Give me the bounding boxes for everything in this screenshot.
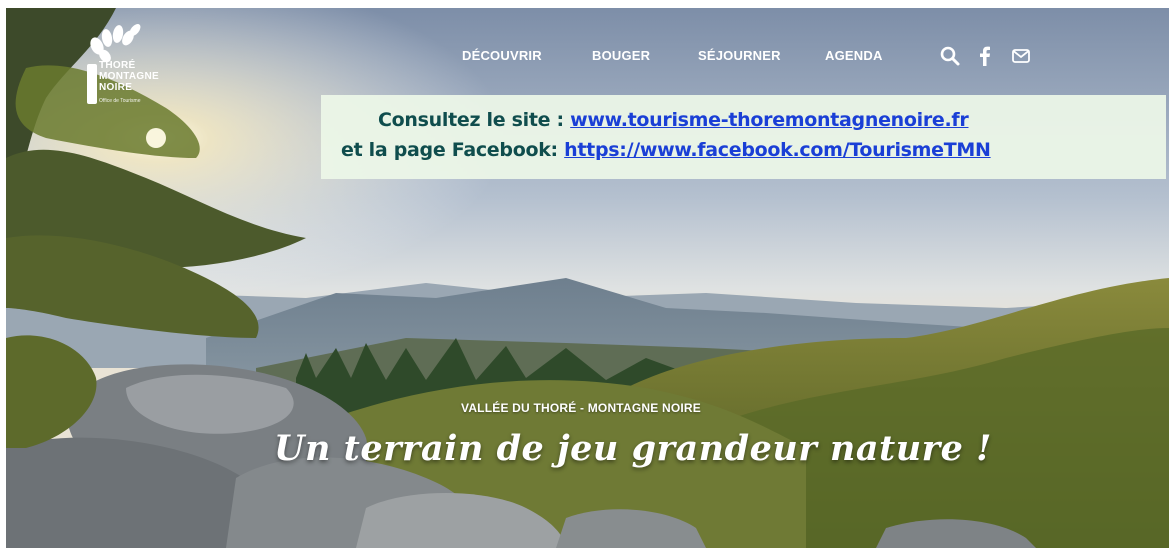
facebook-link[interactable]: https://www.facebook.com/TourismeTMN [564, 139, 991, 161]
logo-trunk [87, 64, 97, 104]
hero-kicker: VALLÉE DU THORÉ - MONTAGNE NOIRE [461, 401, 701, 415]
logo-tagline: Office de Tourisme [99, 98, 141, 104]
notice-line-facebook: et la page Facebook: https://www.faceboo… [321, 139, 1169, 161]
nav-item-decouvrir[interactable]: DÉCOUVRIR [462, 48, 542, 63]
mail-icon[interactable] [1010, 45, 1032, 67]
logo-line-3: NOIRE [99, 82, 133, 93]
facebook-label: et la page Facebook: [341, 139, 558, 161]
info-notice: Consultez le site : www.tourisme-thoremo… [321, 95, 1166, 179]
nav-item-sejourner[interactable]: SÉJOURNER [698, 48, 781, 63]
hero-banner: THORÉ MONTAGNE NOIRE Office de Tourisme … [6, 8, 1169, 548]
hero-title: Un terrain de jeu grandeur nature ! [274, 428, 992, 469]
site-link[interactable]: www.tourisme-thoremontagnenoire.fr [570, 109, 969, 131]
nav-item-agenda[interactable]: AGENDA [825, 48, 883, 63]
site-logo[interactable]: THORÉ MONTAGNE NOIRE Office de Tourisme [79, 18, 179, 118]
logo-line-2: MONTAGNE [99, 71, 159, 82]
nav-item-bouger[interactable]: BOUGER [592, 48, 650, 63]
notice-line-site: Consultez le site : www.tourisme-thoremo… [321, 109, 1169, 131]
site-label: Consultez le site : [378, 109, 564, 131]
search-icon[interactable] [939, 45, 961, 67]
facebook-icon[interactable] [974, 45, 996, 67]
main-nav: DÉCOUVRIR BOUGER SÉJOURNER AGENDA [6, 45, 1169, 68]
